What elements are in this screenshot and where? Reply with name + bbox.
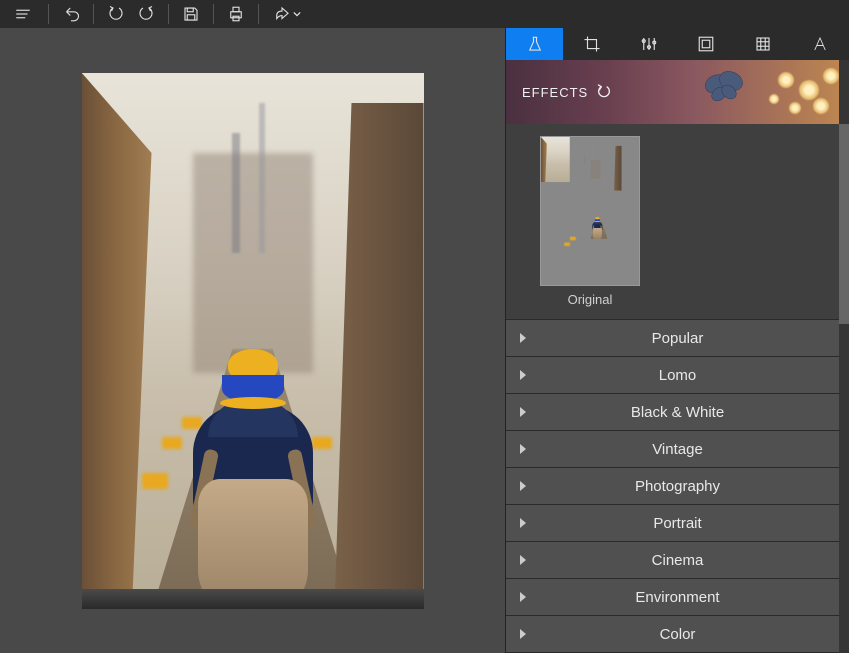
category-popular[interactable]: Popular — [506, 320, 849, 357]
thumbnail-label: Original — [540, 292, 640, 307]
chevron-right-icon — [520, 518, 528, 528]
category-label: Color — [506, 626, 849, 643]
category-label: Environment — [506, 589, 849, 606]
save-button[interactable] — [177, 0, 205, 28]
category-environment[interactable]: Environment — [506, 579, 849, 616]
undo-button[interactable] — [57, 0, 85, 28]
chevron-right-icon — [520, 370, 528, 380]
side-tabs — [506, 28, 849, 60]
tab-crop[interactable] — [563, 28, 620, 60]
canvas-area[interactable] — [0, 28, 505, 653]
chevron-right-icon — [520, 629, 528, 639]
print-icon — [227, 5, 245, 23]
main-area: EFFECTS — [0, 28, 849, 653]
category-label: Photography — [506, 478, 849, 495]
category-label: Portrait — [506, 515, 849, 532]
butterfly-icon — [699, 66, 749, 106]
separator — [258, 4, 259, 24]
chevron-right-icon — [520, 592, 528, 602]
category-label: Lomo — [506, 367, 849, 384]
scrollbar-thumb[interactable] — [839, 124, 849, 324]
chevron-right-icon — [520, 333, 528, 343]
chevron-right-icon — [520, 444, 528, 454]
main-photo — [82, 73, 424, 609]
effects-header-label: EFFECTS — [522, 84, 612, 100]
crop-icon — [583, 35, 601, 53]
menu-button[interactable] — [6, 0, 40, 28]
texture-icon — [754, 35, 772, 53]
category-label: Vintage — [506, 441, 849, 458]
category-photography[interactable]: Photography — [506, 468, 849, 505]
redo-icon — [137, 5, 155, 23]
category-lomo[interactable]: Lomo — [506, 357, 849, 394]
category-label: Cinema — [506, 552, 849, 569]
text-icon — [811, 35, 829, 53]
thumbnail-area: Original — [506, 124, 849, 319]
original-thumbnail[interactable]: Original — [540, 136, 640, 307]
effects-title: EFFECTS — [522, 85, 588, 100]
save-icon — [182, 5, 200, 23]
chevron-right-icon — [520, 555, 528, 565]
flowers-decoration — [749, 60, 849, 124]
separator — [168, 4, 169, 24]
category-portrait[interactable]: Portrait — [506, 505, 849, 542]
category-vintage[interactable]: Vintage — [506, 431, 849, 468]
undo-icon — [62, 5, 80, 23]
category-label: Black & White — [506, 404, 849, 421]
sliders-icon — [640, 35, 658, 53]
flask-icon — [526, 35, 544, 53]
effects-category-list: Popular Lomo Black & White Vintage Photo… — [506, 319, 849, 653]
side-panel: EFFECTS — [505, 28, 849, 653]
scrollbar[interactable] — [839, 60, 849, 653]
tab-texture[interactable] — [735, 28, 792, 60]
redo-button[interactable] — [132, 0, 160, 28]
share-icon — [273, 5, 291, 23]
share-button[interactable] — [267, 0, 307, 28]
category-color[interactable]: Color — [506, 616, 849, 653]
chevron-right-icon — [520, 481, 528, 491]
category-label: Popular — [506, 330, 849, 347]
separator — [213, 4, 214, 24]
undo-step-icon — [107, 5, 125, 23]
chevron-down-icon — [293, 10, 301, 18]
tab-frame[interactable] — [678, 28, 735, 60]
category-black-white[interactable]: Black & White — [506, 394, 849, 431]
tab-text[interactable] — [792, 28, 849, 60]
frame-icon — [697, 35, 715, 53]
top-toolbar — [0, 0, 849, 28]
reset-icon[interactable] — [596, 84, 612, 100]
category-cinema[interactable]: Cinema — [506, 542, 849, 579]
menu-icon — [14, 5, 32, 23]
tab-effects[interactable] — [506, 28, 563, 60]
print-button[interactable] — [222, 0, 250, 28]
undo2-button[interactable] — [102, 0, 130, 28]
tab-adjust[interactable] — [620, 28, 677, 60]
separator — [48, 4, 49, 24]
separator — [93, 4, 94, 24]
chevron-right-icon — [520, 407, 528, 417]
effects-header: EFFECTS — [506, 60, 849, 124]
